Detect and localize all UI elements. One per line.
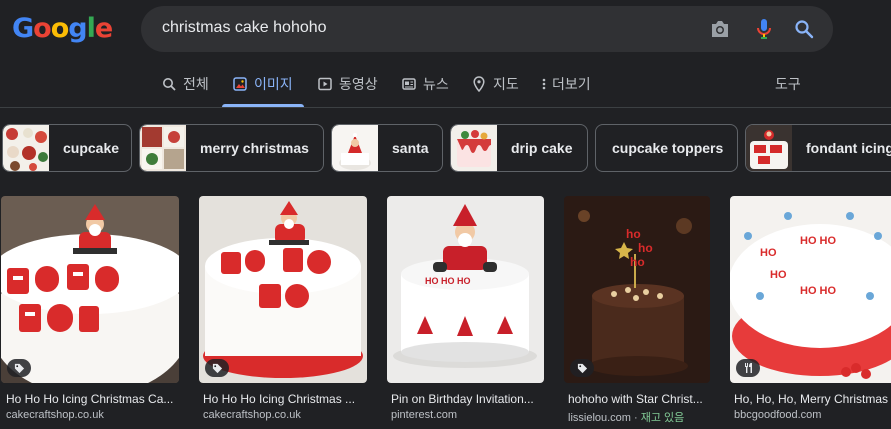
chip-thumbnail	[332, 125, 378, 171]
result-source[interactable]: pinterest.com	[391, 409, 541, 421]
tag-icon	[205, 359, 229, 377]
tab-label: 동영상	[339, 76, 378, 92]
svg-text:HO: HO	[770, 269, 787, 281]
result-image[interactable]	[1, 196, 179, 383]
tab-all[interactable]: 전체	[161, 62, 209, 106]
result-title[interactable]: Pin on Birthday Invitation...	[391, 392, 541, 406]
image-result[interactable]: Ho Ho Ho Icing Christmas ... cakecraftsh…	[199, 196, 367, 421]
chip-thumbnail	[451, 125, 497, 171]
tab-videos[interactable]: 동영상	[317, 62, 378, 106]
result-image[interactable]	[199, 196, 367, 383]
news-icon	[401, 76, 417, 92]
search-icon	[161, 76, 177, 92]
result-source[interactable]: lissielou.com · 재고 있음	[568, 409, 708, 425]
svg-text:HO HO: HO HO	[800, 285, 837, 297]
svg-text:ho: ho	[638, 241, 653, 255]
tag-icon	[7, 359, 31, 377]
chip-label: cupcake	[63, 140, 120, 156]
microphone-icon[interactable]	[752, 17, 776, 41]
chip-cupcake[interactable]: cupcake	[2, 124, 132, 172]
result-title[interactable]: hohoho with Star Christ...	[568, 392, 708, 406]
result-title[interactable]: Ho Ho Ho Icing Christmas ...	[203, 392, 363, 406]
image-result[interactable]: ho ho ho hohoho with Star Christ... liss…	[564, 196, 710, 424]
refinement-chips: cupcake merry christmas santa drip cake …	[0, 124, 891, 172]
result-image[interactable]: HO HO HO	[387, 196, 544, 383]
chip-label: fondant icing	[806, 140, 891, 156]
chip-label: cupcake toppers	[612, 140, 724, 156]
svg-text:HO HO: HO HO	[800, 235, 837, 247]
tab-more[interactable]: 더보기	[540, 62, 591, 106]
result-source[interactable]: bbcgoodfood.com	[734, 409, 891, 421]
tab-images[interactable]: 이미지	[232, 62, 293, 106]
result-image[interactable]: ho ho ho	[564, 196, 710, 383]
svg-text:ho: ho	[626, 227, 641, 241]
result-source[interactable]: cakecraftshop.co.uk	[203, 409, 363, 421]
svg-text:HO: HO	[760, 247, 777, 259]
map-pin-icon	[471, 76, 487, 92]
chip-thumbnail	[746, 125, 792, 171]
image-icon	[232, 76, 248, 92]
image-result[interactable]: Ho Ho Ho Icing Christmas Ca... cakecraft…	[1, 196, 179, 421]
chip-label: merry christmas	[200, 140, 309, 156]
chip-cupcake-toppers[interactable]: cupcake toppers	[595, 124, 738, 172]
search-tabs: 전체 이미지 동영상 뉴스 지도 더보기 도구	[0, 62, 891, 108]
search-input[interactable]: christmas cake hohoho	[162, 19, 327, 37]
google-logo[interactable]: Google	[12, 12, 113, 44]
search-bar[interactable]: christmas cake hohoho	[141, 6, 833, 52]
chip-thumbnail	[140, 125, 186, 171]
active-tab-indicator	[222, 104, 304, 107]
image-result[interactable]: HO HO HO Pin on Birthday Invitation... p…	[387, 196, 544, 421]
tab-maps[interactable]: 지도	[471, 62, 519, 106]
tab-label: 전체	[183, 76, 209, 92]
chip-label: drip cake	[511, 140, 573, 156]
result-source-domain: lissielou.com	[568, 412, 631, 424]
result-title[interactable]: Ho Ho Ho Icing Christmas Ca...	[6, 392, 176, 406]
tab-news[interactable]: 뉴스	[401, 62, 449, 106]
more-vert-icon	[540, 76, 548, 92]
video-icon	[317, 76, 333, 92]
chip-merry-christmas[interactable]: merry christmas	[139, 124, 324, 172]
chip-thumbnail	[3, 125, 49, 171]
in-stock-label: 재고 있음	[640, 412, 685, 424]
svg-text:HO HO HO: HO HO HO	[425, 276, 471, 286]
search-icon[interactable]	[792, 17, 816, 41]
result-title[interactable]: Ho, Ho, Ho, Merry Christmas	[734, 392, 891, 406]
chip-fondant-icing[interactable]: fondant icing	[745, 124, 891, 172]
image-results: Ho Ho Ho Icing Christmas Ca... cakecraft…	[0, 196, 891, 429]
tab-label: 더보기	[552, 76, 591, 92]
tab-label: 뉴스	[423, 76, 449, 92]
chip-drip-cake[interactable]: drip cake	[450, 124, 588, 172]
result-image[interactable]: HO HO HO HO HO HO	[730, 196, 891, 383]
tag-icon	[570, 359, 594, 377]
svg-text:ho: ho	[630, 255, 645, 269]
tab-label: 이미지	[254, 76, 293, 92]
chip-santa[interactable]: santa	[331, 124, 443, 172]
tools-label: 도구	[775, 76, 801, 92]
camera-icon[interactable]	[708, 17, 732, 41]
chip-label: santa	[392, 140, 429, 156]
tab-label: 지도	[493, 76, 519, 92]
header: Google christmas cake hohoho	[0, 0, 891, 60]
restaurant-icon	[736, 359, 760, 377]
image-result[interactable]: HO HO HO HO HO HO Ho, Ho, Ho, Merry Chri…	[730, 196, 891, 421]
tools-button[interactable]: 도구	[775, 62, 801, 106]
result-source[interactable]: cakecraftshop.co.uk	[6, 409, 176, 421]
